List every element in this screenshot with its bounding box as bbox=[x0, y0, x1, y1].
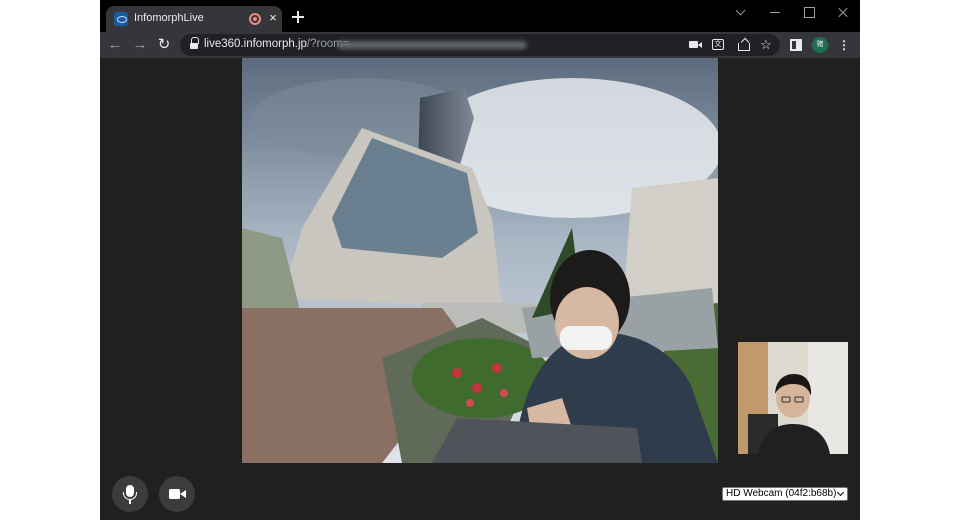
microphone-stand bbox=[123, 492, 137, 500]
new-tab-button[interactable] bbox=[290, 9, 306, 25]
browser-window: InfomorphLive × ← → ↻ live360.infomorph.… bbox=[100, 0, 860, 520]
remote-video-scene bbox=[242, 58, 718, 463]
camera-device-label: HD Webcam (04f2:b68b) bbox=[726, 488, 837, 499]
url-host: live360.infomorph.jp bbox=[204, 38, 307, 50]
tab-title: InfomorphLive bbox=[134, 12, 204, 24]
page-viewport: HD Webcam (04f2:b68b) bbox=[100, 58, 860, 520]
share-icon[interactable] bbox=[736, 38, 752, 52]
minimize-button[interactable] bbox=[766, 4, 784, 20]
side-panel-icon[interactable] bbox=[790, 39, 802, 51]
camera-device-select[interactable]: HD Webcam (04f2:b68b) bbox=[722, 487, 848, 501]
url-text[interactable]: live360.infomorph.jp/?room= bbox=[204, 38, 349, 50]
reload-button[interactable]: ↻ bbox=[155, 36, 173, 54]
camera-button[interactable] bbox=[159, 476, 195, 512]
video-camera-lens bbox=[180, 490, 186, 498]
close-window-button[interactable] bbox=[834, 4, 852, 20]
redacted-url-segment bbox=[337, 41, 527, 49]
microphone-base bbox=[129, 500, 131, 504]
microphone-button[interactable] bbox=[112, 476, 148, 512]
tab-close-button[interactable]: × bbox=[266, 10, 280, 26]
lock-icon[interactable] bbox=[190, 37, 199, 49]
camera-in-use-icon[interactable] bbox=[688, 38, 704, 52]
tab-search-button[interactable] bbox=[732, 4, 750, 20]
site-favicon-icon bbox=[114, 12, 128, 26]
profile-avatar[interactable]: 猪 bbox=[812, 37, 828, 53]
remote-360-video[interactable] bbox=[242, 58, 718, 463]
browser-menu-icon[interactable]: ⋮ bbox=[838, 38, 850, 52]
tab-strip: InfomorphLive × bbox=[100, 0, 860, 32]
recording-indicator-icon bbox=[249, 13, 261, 25]
video-camera-icon bbox=[169, 489, 180, 499]
local-video-scene bbox=[738, 342, 848, 454]
translate-icon[interactable]: 文 bbox=[712, 39, 724, 50]
tab-infomorphlive[interactable]: InfomorphLive × bbox=[106, 6, 282, 32]
local-camera-preview bbox=[738, 342, 848, 454]
browser-toolbar: ← → ↻ live360.infomorph.jp/?room= 文 ☆ 猪 … bbox=[100, 32, 860, 58]
forward-button[interactable]: → bbox=[131, 36, 149, 54]
maximize-button[interactable] bbox=[800, 4, 818, 20]
back-button[interactable]: ← bbox=[106, 36, 124, 54]
address-bar[interactable]: live360.infomorph.jp/?room= 文 ☆ bbox=[180, 34, 780, 56]
bookmark-star-icon[interactable]: ☆ bbox=[758, 38, 774, 52]
chevron-down-icon bbox=[836, 488, 845, 497]
